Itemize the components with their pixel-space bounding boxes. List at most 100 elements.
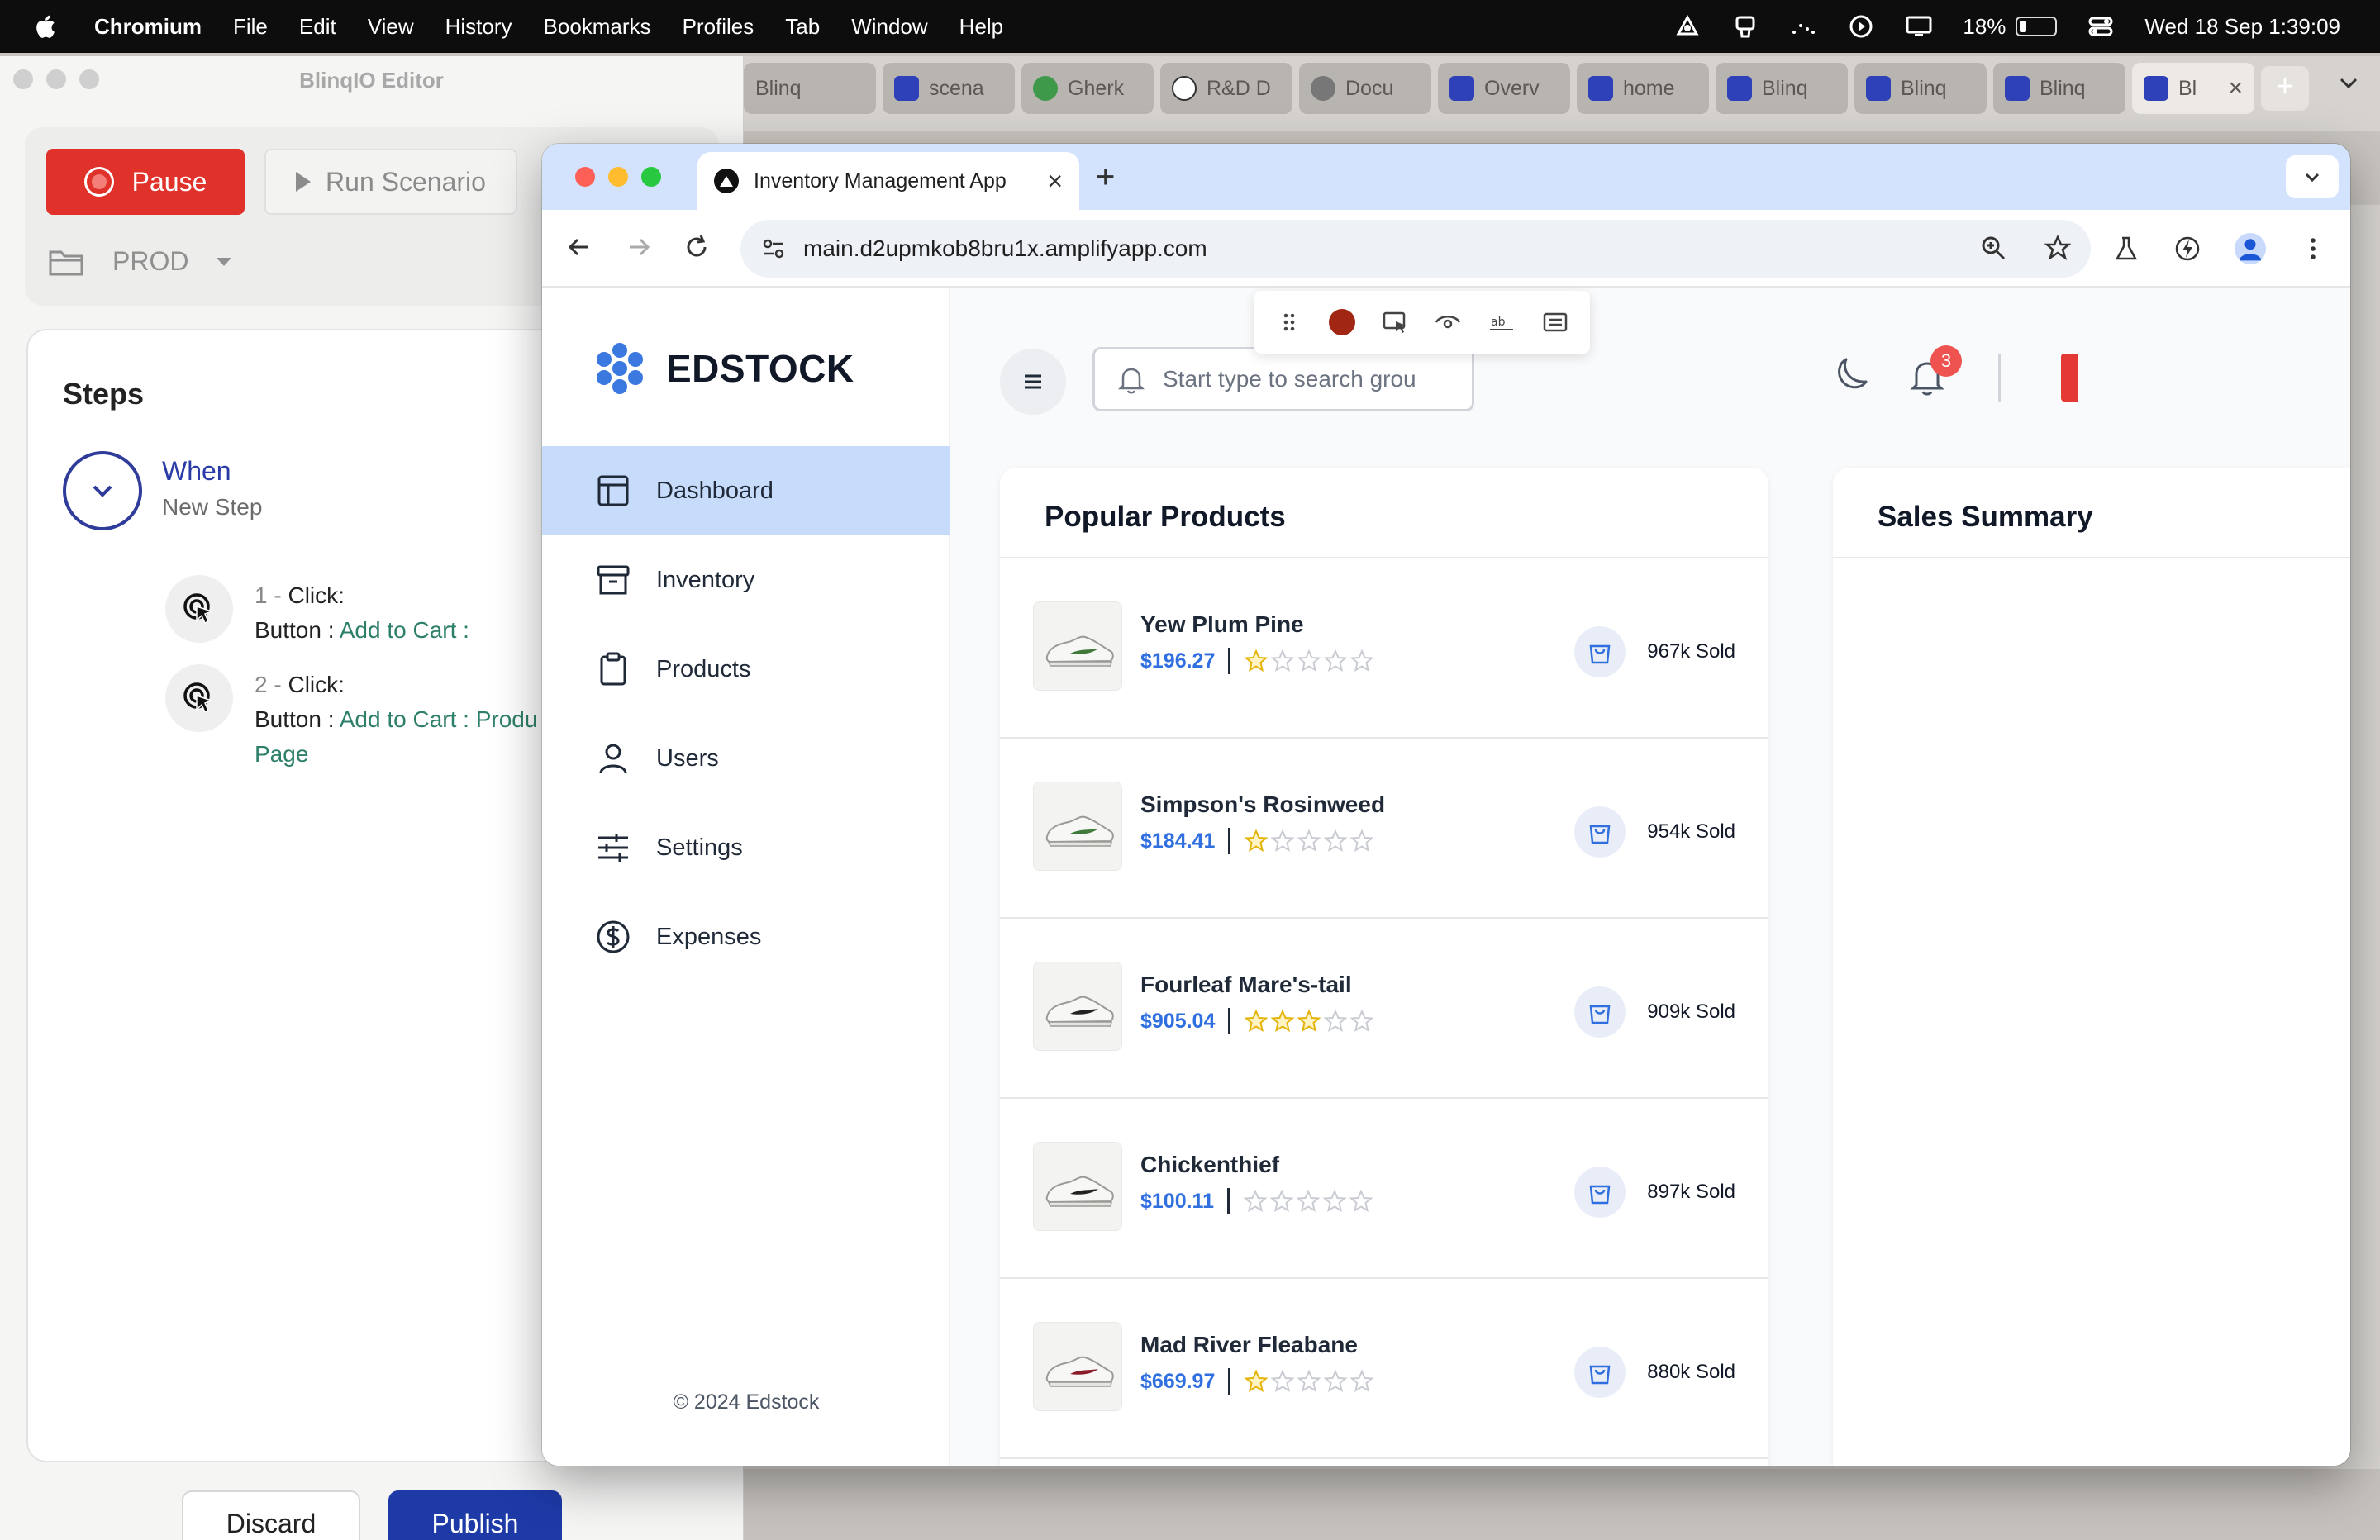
display-icon[interactable]: [1905, 14, 1933, 39]
sidebar-item-users[interactable]: Users: [542, 714, 950, 803]
sidebar-item-inventory[interactable]: Inventory: [542, 535, 950, 625]
background-tab[interactable]: home: [1577, 63, 1709, 114]
menu-help[interactable]: Help: [959, 14, 1003, 40]
more-vertical-icon[interactable]: [2299, 235, 2327, 263]
element-select-icon[interactable]: [1381, 308, 1409, 336]
menu-view[interactable]: View: [368, 14, 414, 40]
zoom-icon[interactable]: [1980, 235, 2006, 261]
publish-button[interactable]: Publish: [388, 1490, 562, 1540]
minimize-window-button[interactable]: [608, 167, 628, 187]
menu-edit[interactable]: Edit: [299, 14, 336, 40]
product-image[interactable]: [1033, 962, 1122, 1051]
menu-profiles[interactable]: Profiles: [683, 14, 754, 40]
product-image[interactable]: [1033, 601, 1122, 691]
close-tab-icon[interactable]: ×: [1047, 166, 1063, 197]
steps-title: Steps: [63, 377, 145, 411]
menu-toggle-button[interactable]: [1000, 349, 1066, 415]
chevron-down-icon[interactable]: [2337, 71, 2360, 94]
new-tab-button[interactable]: +: [1096, 159, 1115, 196]
zoom-window-button[interactable]: [79, 69, 99, 89]
avatar-edge[interactable]: [2061, 354, 2078, 402]
text-assert-icon[interactable]: ab: [1488, 308, 1516, 336]
record-button[interactable]: [1328, 309, 1355, 335]
product-image[interactable]: [1033, 782, 1122, 871]
notes-icon[interactable]: [1541, 308, 1569, 336]
accessibility-icon[interactable]: [1673, 14, 1702, 39]
tab-inventory-app[interactable]: Inventory Management App ×: [697, 152, 1079, 210]
battery-indicator[interactable]: 18%: [1963, 14, 2058, 40]
product-name[interactable]: Yew Plum Pine: [1140, 611, 1304, 638]
star-empty-icon: [1296, 1189, 1321, 1213]
forward-icon[interactable]: [625, 233, 653, 261]
product-row[interactable]: Mad River Fleabane $669.97 880k Sold: [1000, 1279, 1768, 1459]
product-row[interactable]: Simpson's Rosinweed $184.41 954k Sold: [1000, 739, 1768, 919]
sidebar-item-expenses[interactable]: Expenses: [542, 892, 950, 982]
product-meta: $905.04: [1140, 1008, 1374, 1034]
search-box[interactable]: [1092, 347, 1474, 411]
tab-search-button[interactable]: [2286, 155, 2339, 198]
sidebar-item-dashboard[interactable]: Dashboard: [542, 446, 950, 535]
control-center-icon[interactable]: [2087, 14, 2115, 39]
product-image[interactable]: [1033, 1142, 1122, 1231]
run-scenario-button[interactable]: Run Scenario: [264, 149, 517, 215]
sidebar-item-products[interactable]: Products: [542, 625, 950, 714]
play-circle-icon[interactable]: [1847, 14, 1875, 39]
dark-mode-moon-icon[interactable]: [1830, 354, 1873, 397]
eye-icon[interactable]: [1434, 308, 1462, 336]
caret-down-icon: [217, 257, 232, 266]
menu-tab[interactable]: Tab: [785, 14, 820, 40]
click-icon: [165, 664, 233, 732]
product-row[interactable]: Fourleaf Mare's-tail $905.04 909k Sold: [1000, 919, 1768, 1099]
bookmark-star-icon[interactable]: [2044, 235, 2071, 261]
product-row[interactable]: Yew Plum Pine $196.27 967k Sold: [1000, 558, 1768, 739]
minimize-window-button[interactable]: [46, 69, 66, 89]
background-tab[interactable]: R&D D: [1160, 63, 1292, 114]
close-icon[interactable]: ×: [2228, 74, 2243, 102]
background-tab[interactable]: Gherk: [1021, 63, 1154, 114]
product-image[interactable]: [1033, 1322, 1122, 1411]
menu-bookmarks[interactable]: Bookmarks: [544, 14, 651, 40]
background-tab-strip: Blinq scena Gherk R&D D Docu Overv home …: [744, 63, 2309, 117]
reload-icon[interactable]: [683, 233, 711, 261]
close-window-button[interactable]: [575, 167, 595, 187]
background-tab-active[interactable]: Bl ×: [2132, 63, 2254, 114]
background-tab[interactable]: Overv: [1438, 63, 1570, 114]
menubar-clock[interactable]: Wed 18 Sep 1:39:09: [2144, 14, 2340, 40]
product-name[interactable]: Fourleaf Mare's-tail: [1140, 972, 1352, 998]
profile-avatar[interactable]: [2235, 233, 2266, 264]
product-row[interactable]: Chickenthief $100.11 897k Sold: [1000, 1099, 1768, 1279]
background-tab[interactable]: scena: [883, 63, 1015, 114]
environment-select[interactable]: PROD: [48, 246, 232, 277]
background-tab[interactable]: Blinq: [1854, 63, 1987, 114]
menu-app-name[interactable]: Chromium: [94, 14, 202, 40]
discard-button[interactable]: Discard: [182, 1490, 360, 1540]
site-settings-icon[interactable]: [760, 235, 787, 262]
collapse-step-button[interactable]: [63, 451, 142, 530]
menu-history[interactable]: History: [445, 14, 512, 40]
new-tab-button[interactable]: +: [2261, 66, 2309, 111]
product-name[interactable]: Mad River Fleabane: [1140, 1332, 1358, 1358]
apple-icon[interactable]: [33, 13, 56, 40]
search-input[interactable]: [1163, 366, 1460, 392]
menu-file[interactable]: File: [233, 14, 268, 40]
background-tab[interactable]: Blinq: [744, 63, 876, 114]
cup-icon[interactable]: [1731, 14, 1759, 39]
background-tab[interactable]: Blinq: [1716, 63, 1848, 114]
back-icon[interactable]: [565, 233, 593, 261]
brand-logo[interactable]: EDSTOCK: [592, 340, 854, 397]
when-keyword[interactable]: When: [162, 456, 231, 487]
product-name[interactable]: Chickenthief: [1140, 1152, 1279, 1178]
menu-window[interactable]: Window: [851, 14, 927, 40]
close-window-button[interactable]: [13, 69, 33, 89]
background-tab[interactable]: Blinq: [1993, 63, 2125, 114]
pause-button[interactable]: Pause: [46, 149, 245, 215]
address-bar[interactable]: main.d2upmkob8bru1x.amplifyapp.com: [740, 220, 2091, 278]
extension-bolt-icon[interactable]: [2173, 235, 2202, 263]
wifi-dots-icon[interactable]: [1789, 14, 1817, 39]
drag-handle-icon[interactable]: [1275, 308, 1303, 336]
product-name[interactable]: Simpson's Rosinweed: [1140, 791, 1385, 818]
zoom-window-button[interactable]: [641, 167, 661, 187]
sidebar-item-settings[interactable]: Settings: [542, 803, 950, 892]
background-tab[interactable]: Docu: [1299, 63, 1431, 114]
labs-flask-icon[interactable]: [2112, 235, 2140, 263]
